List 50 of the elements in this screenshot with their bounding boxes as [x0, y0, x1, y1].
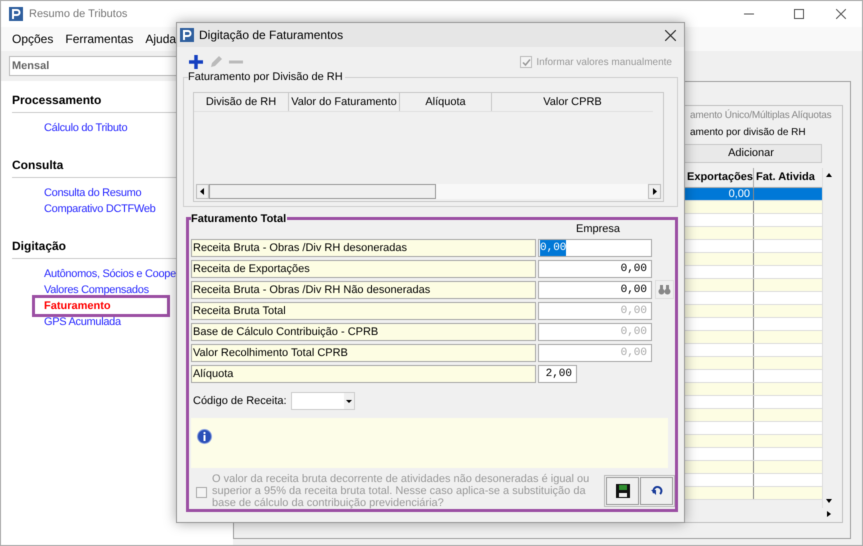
- maximize-icon[interactable]: [794, 9, 804, 19]
- column-header[interactable]: Valor do Faturamento: [289, 93, 400, 111]
- scroll-right-icon[interactable]: [648, 184, 661, 199]
- field-label: Receita de Exportações: [191, 260, 536, 278]
- window-title: Resumo de Tributos: [29, 6, 128, 22]
- field-label: Receita Bruta - Obras /Div RH desoneradas: [191, 238, 536, 257]
- menu-item[interactable]: Ajuda: [145, 30, 176, 48]
- table-cell: [754, 188, 822, 200]
- nav-link[interactable]: GPS Acumulada: [44, 315, 121, 329]
- nav-link[interactable]: Cálculo do Tributo: [44, 121, 128, 135]
- value-field[interactable]: 0,00: [538, 280, 652, 299]
- binoculars-icon: [658, 284, 671, 296]
- field-label: Receita Bruta - Obras /Div RH Não desoneradas: [191, 280, 536, 299]
- undo-button[interactable]: [640, 477, 673, 505]
- scrollbar-thumb[interactable]: [209, 184, 436, 199]
- field-label: Alíquota: [191, 364, 536, 383]
- lookup-button[interactable]: [655, 280, 674, 300]
- option-label: amento por divisão de RH: [690, 126, 806, 140]
- field-label: Receita Bruta Total: [191, 302, 536, 320]
- column-header[interactable]: Alíquota: [400, 93, 492, 111]
- column-header: Empresa: [576, 222, 620, 238]
- add-icon[interactable]: [188, 54, 204, 70]
- value-field[interactable]: 0,00: [538, 238, 652, 257]
- close-icon[interactable]: [836, 9, 846, 19]
- app-logo-icon: [9, 7, 23, 21]
- info-icon: [197, 428, 212, 444]
- menu-item[interactable]: Opções: [12, 30, 54, 48]
- scroll-left-icon[interactable]: [196, 184, 209, 199]
- value-field[interactable]: 2,00: [538, 364, 577, 383]
- menu-item[interactable]: Ferramentas: [65, 30, 134, 48]
- close-icon[interactable]: [665, 30, 676, 40]
- app-logo-icon: [180, 28, 194, 42]
- undo-arrow-icon: [650, 486, 662, 496]
- nav-link[interactable]: Comparativo DCTFWeb: [44, 202, 156, 216]
- nav-link[interactable]: Valores Compensados: [44, 283, 149, 297]
- column-header[interactable]: Fat. Ativida: [754, 168, 822, 187]
- nav-link[interactable]: Consulta do Resumo: [44, 186, 142, 200]
- nav-link[interactable]: Autônomos, Sócios e Coope: [44, 267, 176, 281]
- column-header[interactable]: Divisão de RH: [194, 93, 289, 111]
- value-field[interactable]: 0,00: [538, 260, 652, 278]
- period-combo[interactable]: Mensal: [9, 56, 177, 76]
- group-title: Faturamento por Divisão de RH: [188, 70, 345, 84]
- field-label: Base de Cálculo Contribuição - CPRB: [191, 322, 536, 341]
- option-label: amento Único/Múltiplas Alíquotas: [690, 108, 832, 123]
- dialog-title: Digitação de Faturamentos: [199, 27, 344, 44]
- field-label: Valor Recolhimento Total CPRB: [191, 344, 536, 362]
- column-header[interactable]: Valor CPRB: [492, 93, 653, 111]
- horizontal-scrollbar[interactable]: [196, 184, 661, 199]
- save-button[interactable]: [606, 477, 639, 505]
- field-label: Código de Receita:: [193, 394, 287, 409]
